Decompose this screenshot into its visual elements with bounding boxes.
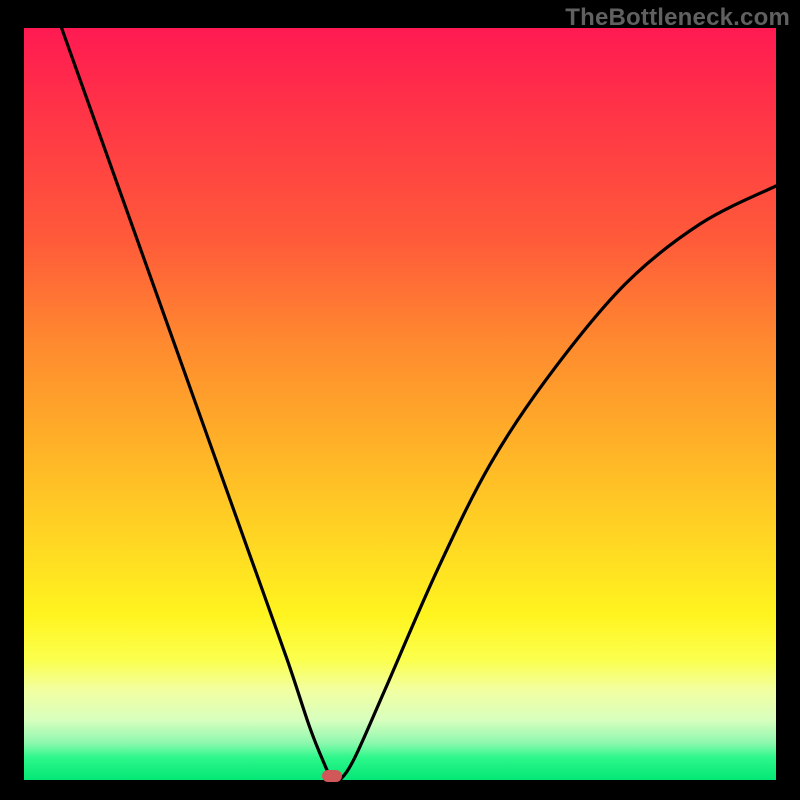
minimum-marker <box>322 770 342 782</box>
bottleneck-curve <box>24 28 776 780</box>
chart-frame: TheBottleneck.com <box>0 0 800 800</box>
plot-area <box>24 28 776 780</box>
